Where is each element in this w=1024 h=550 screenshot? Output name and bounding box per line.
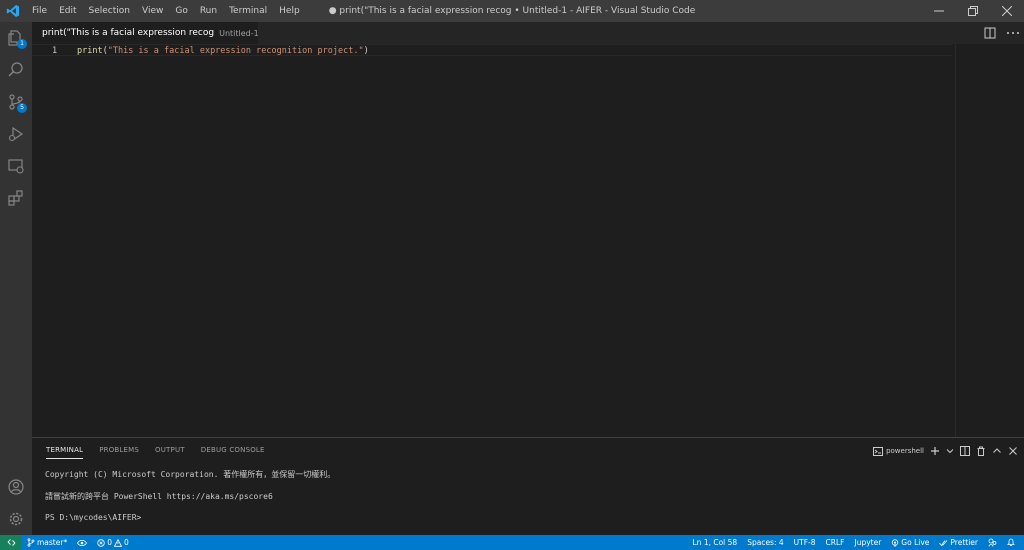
menu-help[interactable]: Help — [273, 0, 306, 22]
terminal-selector[interactable]: powershell — [873, 446, 924, 456]
cursor-position[interactable]: Ln 1, Col 58 — [688, 535, 743, 550]
go-live-button[interactable]: Go Live — [886, 535, 934, 550]
vscode-logo-icon — [0, 0, 26, 22]
window-controls — [922, 0, 1024, 22]
encoding[interactable]: UTF-8 — [789, 535, 821, 550]
trash-icon[interactable] — [976, 446, 986, 456]
code-line[interactable]: 1 print("This is a facial expression rec… — [32, 44, 952, 56]
minimize-icon — [934, 10, 944, 12]
end-of-line[interactable]: CRLF — [821, 535, 850, 550]
minimize-button[interactable] — [922, 0, 956, 22]
panel-actions: powershell — [873, 444, 1018, 458]
chevron-down-icon[interactable] — [946, 446, 954, 456]
extensions-button[interactable] — [0, 182, 32, 214]
add-terminal-icon[interactable] — [930, 446, 940, 456]
run-debug-button[interactable] — [0, 118, 32, 150]
explorer-button[interactable]: 1 — [0, 22, 32, 54]
menu-bar: File Edit Selection View Go Run Terminal… — [26, 0, 306, 22]
more-actions-icon[interactable] — [1006, 27, 1020, 39]
menu-terminal[interactable]: Terminal — [223, 0, 273, 22]
token-close-paren: ) — [363, 46, 369, 56]
notifications-button[interactable] — [1002, 535, 1020, 550]
activity-bar: 1 5 — [0, 22, 32, 535]
remote-explorer-icon — [8, 159, 24, 174]
tab-description: Untitled-1 — [219, 28, 259, 38]
account-icon — [8, 479, 24, 495]
restore-icon — [968, 6, 978, 16]
close-icon — [1002, 6, 1012, 16]
menu-selection[interactable]: Selection — [83, 0, 136, 22]
warning-count: 0 — [123, 538, 129, 547]
restore-button[interactable] — [956, 0, 990, 22]
terminal-line: Copyright (C) Microsoft Corporation. 著作權… — [45, 470, 336, 479]
tab-problems[interactable]: PROBLEMS — [99, 446, 139, 459]
accounts-button[interactable] — [0, 471, 32, 503]
split-terminal-icon[interactable] — [960, 446, 970, 456]
source-control-button[interactable]: 5 — [0, 86, 32, 118]
terminal-output[interactable]: Copyright (C) Microsoft Corporation. 著作權… — [45, 469, 335, 534]
code-editor[interactable]: 1 print("This is a facial expression rec… — [32, 44, 1024, 437]
editor-tab[interactable]: print("This is a facial expression recog… — [32, 22, 259, 44]
problems-indicator[interactable]: 0 0 — [92, 535, 134, 550]
remote-icon — [7, 539, 15, 546]
gear-icon — [9, 512, 23, 526]
menu-edit[interactable]: Edit — [53, 0, 82, 22]
menu-go[interactable]: Go — [169, 0, 193, 22]
code-text: print("This is a facial expression recog… — [77, 45, 369, 57]
manage-button[interactable] — [0, 503, 32, 535]
indentation[interactable]: Spaces: 4 — [742, 535, 788, 550]
line-number: 1 — [52, 46, 58, 56]
editor-actions — [984, 22, 1020, 44]
source-control-badge: 5 — [17, 103, 27, 113]
status-bar-right: Ln 1, Col 58 Spaces: 4 UTF-8 CRLF Jupyte… — [688, 535, 1021, 550]
menu-file[interactable]: File — [26, 0, 53, 22]
remote-explorer-button[interactable] — [0, 150, 32, 182]
status-bar: master* 0 0 Ln 1, Col 58 Spaces: 4 UTF-8… — [0, 535, 1024, 550]
close-button[interactable] — [990, 0, 1024, 22]
feedback-icon — [988, 538, 997, 547]
branch-name: master* — [37, 538, 68, 547]
maximize-panel-icon[interactable] — [992, 446, 1002, 456]
menu-run[interactable]: Run — [194, 0, 223, 22]
language-mode[interactable]: Jupyter — [849, 535, 886, 550]
terminal-line: 請嘗試新的跨平台 PowerShell https://aka.ms/pscor… — [45, 491, 273, 501]
bottom-panel: TERMINAL PROBLEMS OUTPUT DEBUG CONSOLE p… — [32, 437, 1024, 535]
sync-button[interactable] — [72, 535, 92, 550]
minimap[interactable] — [955, 44, 956, 437]
bell-icon — [1007, 538, 1015, 546]
tab-terminal[interactable]: TERMINAL — [46, 446, 84, 459]
token-string: "This is a facial expression recognition… — [107, 46, 364, 56]
tab-output[interactable]: OUTPUT — [155, 446, 185, 459]
broadcast-icon — [892, 538, 899, 547]
terminal-prompt: PS D:\mycodes\AIFER> — [45, 513, 142, 522]
double-check-icon — [939, 539, 948, 546]
editor-tab-bar: print("This is a facial expression recog… — [32, 22, 1024, 44]
prettier-label: Prettier — [950, 538, 978, 547]
close-panel-icon[interactable] — [1008, 446, 1018, 456]
go-live-label: Go Live — [901, 538, 930, 547]
tab-debug-console[interactable]: DEBUG CONSOLE — [201, 446, 265, 459]
error-icon — [97, 538, 105, 547]
eye-icon — [77, 539, 88, 546]
token-function: print — [77, 46, 103, 56]
branch-indicator[interactable]: master* — [22, 535, 72, 550]
prettier-button[interactable]: Prettier — [934, 535, 983, 550]
search-button[interactable] — [0, 54, 32, 86]
terminal-icon — [873, 446, 884, 456]
branch-icon — [27, 538, 35, 547]
split-editor-icon[interactable] — [984, 27, 996, 39]
warning-icon — [113, 538, 122, 547]
feedback-button[interactable] — [983, 535, 1002, 550]
panel-tabs: TERMINAL PROBLEMS OUTPUT DEBUG CONSOLE — [46, 446, 265, 459]
remote-indicator[interactable] — [0, 535, 22, 550]
error-count: 0 — [107, 538, 112, 547]
explorer-badge: 1 — [17, 39, 27, 49]
run-debug-icon — [8, 126, 24, 142]
terminal-selector-label: powershell — [886, 447, 924, 455]
search-icon — [8, 62, 23, 77]
menu-view[interactable]: View — [136, 0, 169, 22]
extensions-icon — [8, 190, 23, 206]
title-bar: File Edit Selection View Go Run Terminal… — [0, 0, 1024, 22]
tab-label: print("This is a facial expression recog — [42, 28, 215, 38]
